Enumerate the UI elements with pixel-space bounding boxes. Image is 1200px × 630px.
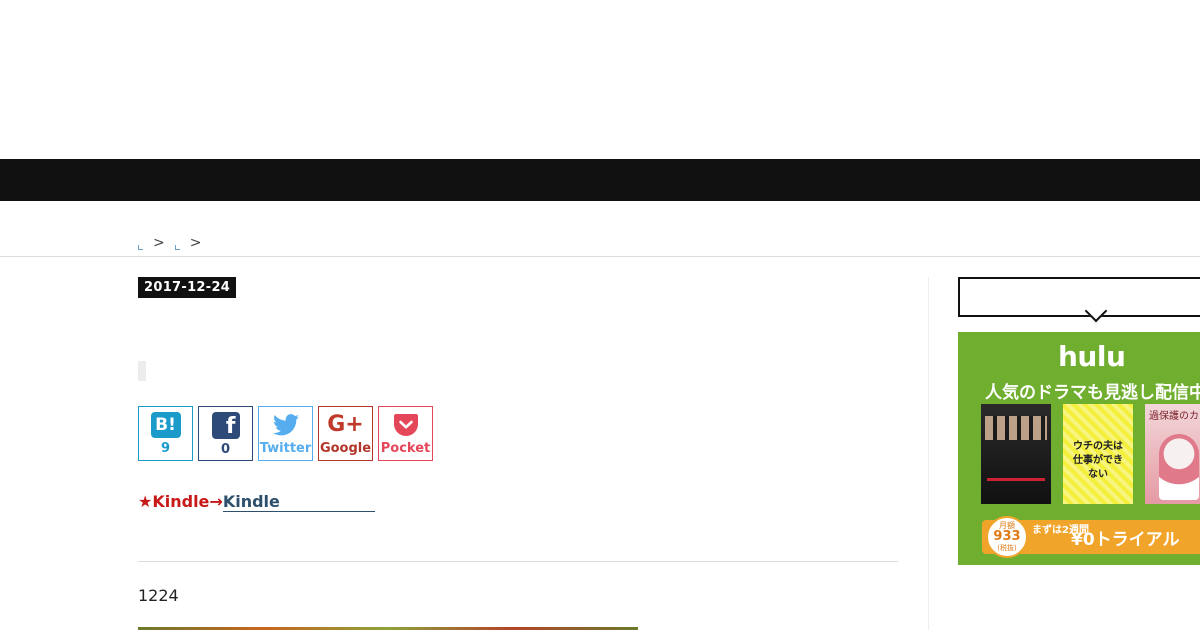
column-divider xyxy=(928,277,929,630)
hulu-logo: hulu xyxy=(1058,340,1126,373)
drama-poster-2: ウチの夫は仕事ができない xyxy=(1063,404,1133,504)
hulu-price-badge: 月額 933 (税抜) xyxy=(986,516,1028,558)
google-plus-share-label: Google xyxy=(319,441,372,456)
twitter-bird-icon xyxy=(271,412,301,438)
hatena-bookmark-count: 9 xyxy=(160,441,171,456)
hulu-trial-label: ¥0トライアル xyxy=(1071,530,1180,550)
pocket-icon xyxy=(392,412,420,438)
hatena-bookmark-button[interactable]: B! 9 xyxy=(138,406,193,461)
global-nav-bar[interactable] xyxy=(0,159,1200,201)
content-divider xyxy=(138,561,898,562)
post-title-placeholder xyxy=(138,361,146,381)
drama-poster-1 xyxy=(981,404,1051,504)
site-header xyxy=(0,0,1200,159)
facebook-share-count: 0 xyxy=(220,442,231,457)
twitter-share-label: Twitter xyxy=(259,441,312,456)
breadcrumb-divider xyxy=(0,256,1200,257)
breadcrumb-category-link[interactable] xyxy=(174,244,180,250)
facebook-share-button[interactable]: f 0 xyxy=(198,406,253,461)
facebook-icon: f xyxy=(211,412,240,439)
post-date-badge: 2017-12-24 xyxy=(138,277,237,298)
sidebar-heading-arrow xyxy=(1084,309,1110,325)
kindle-promo-prefix: ★Kindle→ xyxy=(138,492,223,511)
article-body-text: 1224 xyxy=(138,586,179,605)
google-plus-share-button[interactable]: G+ Google xyxy=(318,406,373,461)
pocket-save-label: Pocket xyxy=(380,441,431,456)
hulu-ad-banner[interactable]: hulu 人気のドラマも見逃し配信中 ウチの夫は仕事ができない 過保護のカホコ … xyxy=(958,332,1200,565)
breadcrumb: > > xyxy=(138,234,207,252)
hulu-ad-tagline: 人気のドラマも見逃し配信中 xyxy=(985,383,1200,403)
share-buttons: B! 9 f 0 Twitter G+ Google Pocket xyxy=(138,406,433,461)
twitter-share-button[interactable]: Twitter xyxy=(258,406,313,461)
drama-poster-3: 過保護のカホコ xyxy=(1145,404,1200,504)
sidebar-heading-box xyxy=(958,277,1200,317)
hatena-bookmark-icon: B! xyxy=(150,412,181,438)
breadcrumb-home-link[interactable] xyxy=(138,244,143,250)
pocket-save-button[interactable]: Pocket xyxy=(378,406,433,461)
kindle-promo-line: ★Kindle→ Kindle xyxy=(138,492,375,512)
google-plus-icon: G+ xyxy=(327,412,364,437)
drama-poster-3-title: 過保護のカホコ xyxy=(1149,411,1200,422)
kindle-promo-link[interactable]: Kindle xyxy=(222,492,375,512)
breadcrumb-separator: > xyxy=(189,235,202,251)
drama-poster-2-title: ウチの夫は仕事ができない xyxy=(1073,441,1123,480)
breadcrumb-separator: > xyxy=(153,235,165,251)
